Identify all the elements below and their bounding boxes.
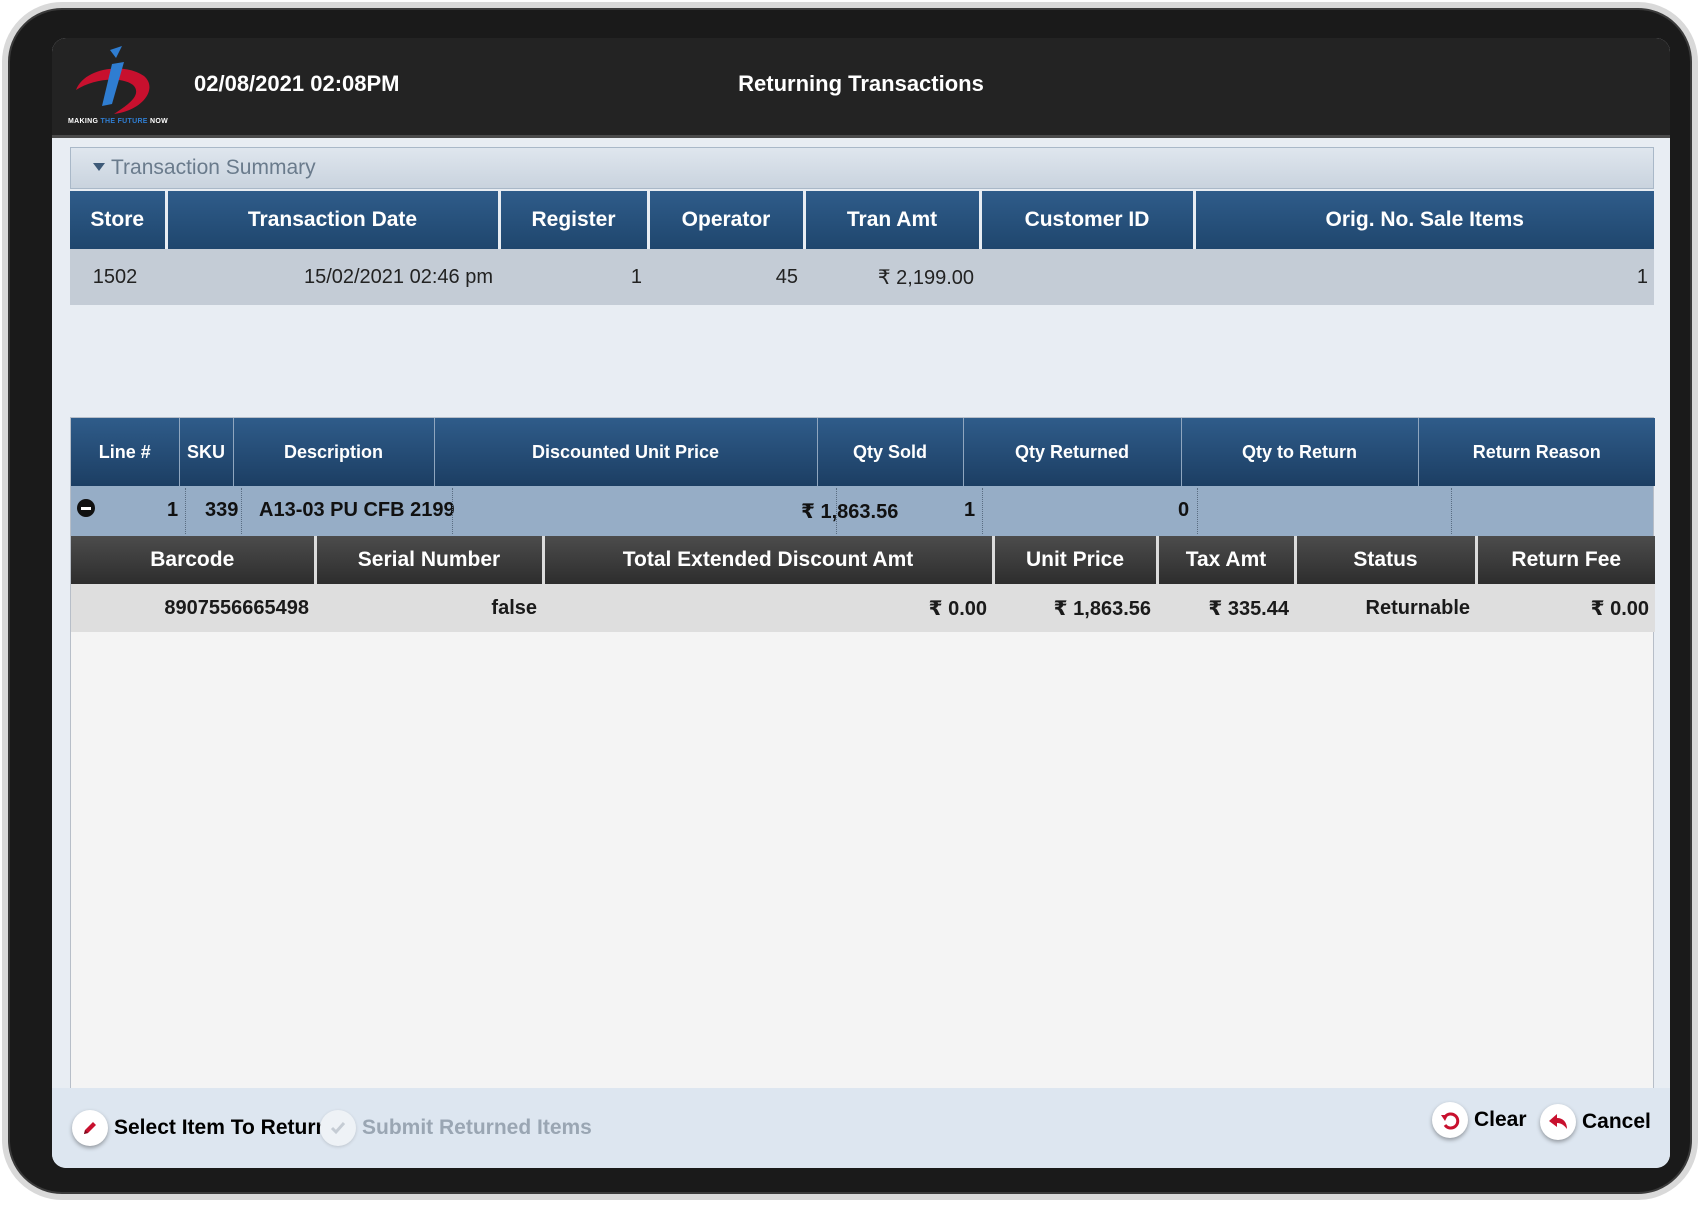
cell-serial-number: false: [315, 584, 543, 632]
detail-row: 8907556665498 false ₹ 0.00 ₹ 1,863.56 ₹ …: [71, 584, 1655, 632]
check-icon: [320, 1110, 356, 1146]
col-barcode: Barcode: [71, 536, 317, 584]
column-divider: [241, 488, 242, 534]
col-status: Status: [1295, 536, 1478, 584]
column-divider: [1451, 488, 1452, 534]
action-bar: Select Item To Return Submit Returned It…: [52, 1088, 1670, 1168]
app-screen: MAKING THE FUTURE NOW 02/08/2021 02:08PM…: [52, 38, 1670, 1168]
line-items-table: Line # SKU Description Discounted Unit P…: [71, 418, 1655, 486]
select-item-label: Select Item To Return: [114, 1116, 329, 1139]
cell-barcode: 8907556665498: [71, 584, 315, 632]
col-description[interactable]: Description: [233, 418, 435, 486]
column-divider: [185, 488, 186, 534]
cell-qty-returned: 0: [1178, 499, 1190, 521]
return-lines-panel: Line # SKU Description Discounted Unit P…: [70, 417, 1655, 1168]
clear-label: Clear: [1474, 1108, 1527, 1131]
col-orig-no-sale-items[interactable]: Orig. No. Sale Items: [1194, 191, 1654, 249]
cell-store: 1502: [70, 249, 166, 305]
section-label: Transaction Summary: [111, 156, 316, 179]
cell-return-fee: ₹ 0.00: [1476, 584, 1655, 632]
transaction-summary-table: Store Transaction Date Register Operator…: [70, 191, 1654, 305]
cell-line-number: 1: [167, 499, 179, 521]
col-qty-sold[interactable]: Qty Sold: [817, 418, 964, 486]
main-content: Transaction Summary Store Transaction Da…: [52, 141, 1670, 1168]
cell-tax-amt: ₹ 335.44: [1157, 584, 1295, 632]
clear-button[interactable]: Clear: [1432, 1102, 1527, 1138]
submit-label: Submit Returned Items: [362, 1116, 592, 1139]
column-divider: [836, 488, 837, 534]
col-line-number[interactable]: Line #: [71, 418, 180, 486]
page-title: Returning Transactions: [738, 71, 984, 96]
cell-unit-price: ₹ 1,863.56: [993, 584, 1157, 632]
col-return-reason[interactable]: Return Reason: [1418, 418, 1655, 486]
column-divider: [1197, 488, 1198, 534]
select-item-to-return-button[interactable]: Select Item To Return: [72, 1110, 328, 1146]
reply-icon: [1540, 1104, 1576, 1140]
cell-status: Returnable: [1295, 584, 1476, 632]
col-qty-to-return[interactable]: Qty to Return: [1181, 418, 1419, 486]
cell-customer-id: [980, 249, 1194, 305]
cancel-label: Cancel: [1582, 1110, 1651, 1133]
cell-operator: 45: [648, 249, 804, 305]
tablet-frame: MAKING THE FUTURE NOW 02/08/2021 02:08PM…: [2, 2, 1698, 1200]
col-store[interactable]: Store: [70, 191, 168, 249]
table-row[interactable]: 1502 15/02/2021 02:46 pm 1 45 ₹ 2,199.00…: [70, 249, 1654, 305]
logo-tagline: MAKING THE FUTURE NOW: [68, 118, 169, 125]
column-divider: [452, 488, 453, 534]
cell-description: A13-03 PU CFB 2199: [259, 499, 455, 521]
col-tax-amt: Tax Amt: [1157, 536, 1297, 584]
cell-orig-no-sale-items: 1: [1194, 249, 1654, 305]
col-qty-returned[interactable]: Qty Returned: [963, 418, 1182, 486]
col-transaction-date[interactable]: Transaction Date: [166, 191, 501, 249]
cell-discounted-unit-price: ₹ 1,863.56: [801, 501, 899, 523]
col-serial-number: Serial Number: [315, 536, 545, 584]
cancel-button[interactable]: Cancel: [1540, 1104, 1651, 1140]
minus-circle-icon[interactable]: [77, 499, 95, 517]
col-return-fee: Return Fee: [1476, 536, 1655, 584]
undo-icon: [1432, 1102, 1468, 1138]
col-operator[interactable]: Operator: [648, 191, 806, 249]
app-header: MAKING THE FUTURE NOW 02/08/2021 02:08PM…: [52, 38, 1670, 138]
caret-down-icon: [93, 163, 105, 171]
cell-register: 1: [499, 249, 648, 305]
col-register[interactable]: Register: [499, 191, 650, 249]
cell-qty-sold: 1: [964, 499, 976, 521]
col-discounted-unit-price[interactable]: Discounted Unit Price: [434, 418, 818, 486]
col-customer-id[interactable]: Customer ID: [980, 191, 1196, 249]
submit-returned-items-button[interactable]: Submit Returned Items: [320, 1110, 592, 1146]
cell-total-extended-discount: ₹ 0.00: [543, 584, 993, 632]
cell-sku: 339: [205, 499, 239, 521]
line-item-row[interactable]: 1 339 A13-03 PU CFB 2199 ₹ 1,863.56 1 0: [71, 486, 1653, 536]
cell-tran-amt: ₹ 2,199.00: [804, 249, 980, 305]
cell-transaction-date: 15/02/2021 02:46 pm: [166, 249, 499, 305]
col-total-extended-discount: Total Extended Discount Amt: [543, 536, 995, 584]
col-tran-amt[interactable]: Tran Amt: [804, 191, 982, 249]
line-item-detail-table: Barcode Serial Number Total Extended Dis…: [71, 536, 1655, 632]
col-sku[interactable]: SKU: [179, 418, 234, 486]
col-unit-price: Unit Price: [993, 536, 1159, 584]
column-divider: [982, 488, 983, 534]
pencil-icon: [72, 1110, 108, 1146]
transaction-summary-toggle[interactable]: Transaction Summary: [70, 147, 1654, 189]
